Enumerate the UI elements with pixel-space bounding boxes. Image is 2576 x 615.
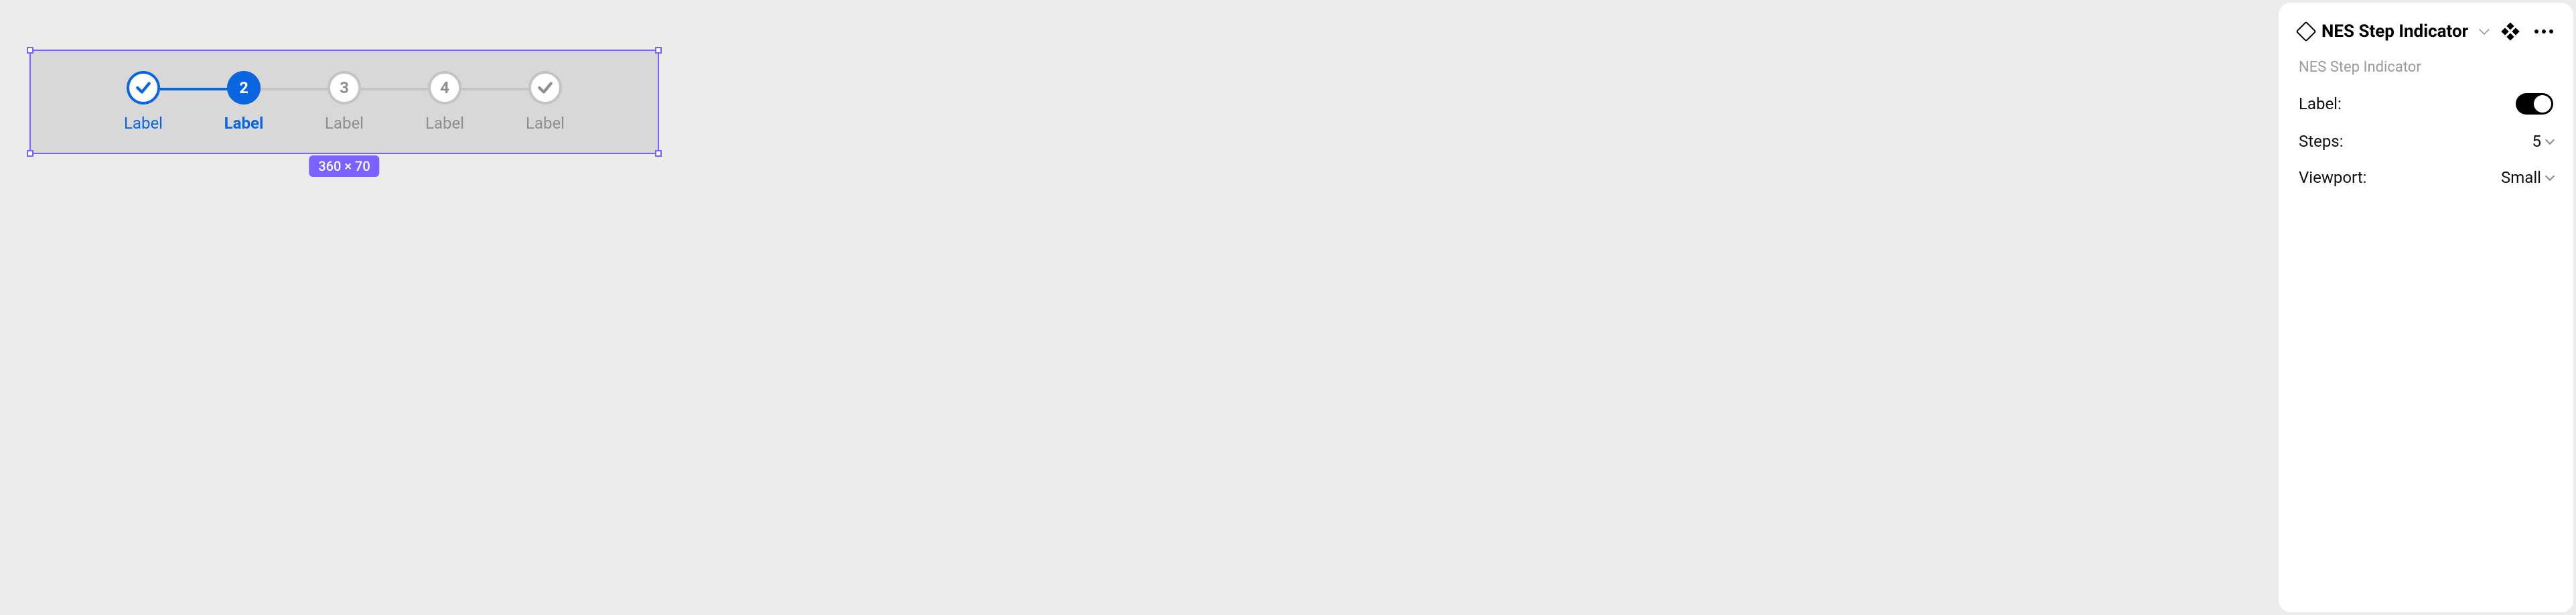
step-5-label: Label [526,114,565,133]
resize-handle-top-left[interactable] [27,47,33,54]
panel-header: NES Step Indicator [2299,21,2553,42]
prop-row-steps: Steps: 5 [2299,132,2553,151]
prop-name-viewport: Viewport: [2299,168,2366,187]
step-1-circle [127,71,160,105]
prop-row-viewport: Viewport: Small [2299,168,2553,187]
prop-name-steps: Steps: [2299,132,2344,151]
step-4-label: Label [425,114,464,133]
step-2-label: Label [224,114,264,133]
resize-handle-bottom-right[interactable] [655,150,662,157]
component-subtitle: NES Step Indicator [2299,59,2553,76]
check-icon [135,79,152,96]
component-title: NES Step Indicator [2321,21,2468,42]
step-2: 2 Label [194,71,294,133]
selected-frame[interactable]: Label 2 Label 3 Label 4 Label [29,50,659,154]
panel-header-actions [2504,25,2553,38]
selection-dimensions-badge: 360 × 70 [309,155,379,177]
step-5-circle [528,71,562,105]
chevron-down-icon[interactable] [2479,24,2490,35]
step-1: Label [93,71,194,133]
viewport-select[interactable]: Small [2501,168,2553,187]
step-3-label: Label [325,114,364,133]
chevron-down-icon [2545,172,2555,181]
step-3-circle: 3 [328,71,361,105]
design-canvas[interactable]: Label 2 Label 3 Label 4 Label [3,3,2273,612]
steps-select[interactable]: 5 [2532,132,2554,151]
steps-value: 5 [2532,132,2542,151]
check-icon [536,79,554,96]
chevron-down-icon [2545,135,2555,145]
resize-handle-top-right[interactable] [655,47,662,54]
component-diamond-icon [2295,21,2316,42]
step-indicator: Label 2 Label 3 Label 4 Label [58,71,631,133]
step-2-circle: 2 [227,71,261,105]
step-4-circle: 4 [428,71,461,105]
label-toggle[interactable] [2516,93,2553,115]
step-3: 3 Label [294,71,395,133]
more-menu-icon[interactable] [2534,29,2553,33]
resize-handle-bottom-left[interactable] [27,150,33,157]
component-set-icon[interactable] [2504,25,2517,38]
properties-panel: NES Step Indicator NES Step Indicator La… [2279,3,2573,612]
step-4: 4 Label [395,71,495,133]
toggle-knob [2534,95,2551,113]
app-root: Label 2 Label 3 Label 4 Label [3,3,2573,612]
prop-row-label: Label: [2299,93,2553,115]
step-5: Label [495,71,595,133]
step-1-label: Label [124,114,163,133]
viewport-value: Small [2501,168,2541,187]
prop-name-label: Label: [2299,94,2342,113]
